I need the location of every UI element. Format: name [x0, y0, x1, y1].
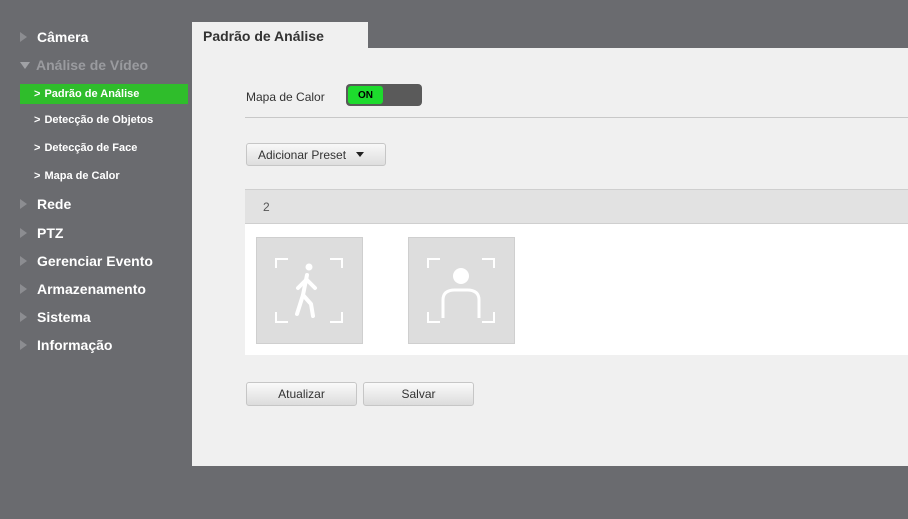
preset-number: 2	[263, 200, 270, 214]
sidebar: Câmera Análise de Vídeo > Padrão de Anál…	[0, 0, 192, 519]
sidebar-item-label: Informação	[37, 337, 113, 353]
triangle-down-icon	[20, 61, 30, 69]
sidebar-item-storage[interactable]: Armazenamento	[20, 281, 146, 297]
sidebar-subitem-object-detection[interactable]: > Detecção de Objetos	[20, 110, 188, 130]
sidebar-item-information[interactable]: Informação	[20, 337, 112, 353]
sidebar-item-video-analysis[interactable]: Análise de Vídeo	[20, 57, 148, 73]
sidebar-item-event-management[interactable]: Gerenciar Evento	[20, 253, 153, 269]
add-preset-dropdown[interactable]: Adicionar Preset	[246, 143, 386, 166]
refresh-button[interactable]: Atualizar	[246, 382, 357, 406]
sidebar-subitem-label: Detecção de Objetos	[44, 114, 154, 126]
chevron-right-icon: >	[34, 142, 41, 154]
triangle-right-icon	[20, 340, 27, 350]
object-detection-card[interactable]	[256, 237, 363, 344]
triangle-right-icon	[20, 32, 27, 42]
tab-analysis-pattern[interactable]: Padrão de Análise	[192, 22, 368, 48]
triangle-right-icon	[20, 284, 27, 294]
sidebar-subitem-analysis-pattern[interactable]: > Padrão de Análise	[20, 84, 188, 104]
triangle-right-icon	[20, 199, 27, 209]
sidebar-item-label: PTZ	[37, 225, 64, 241]
preset-panel	[245, 224, 908, 355]
sidebar-subitem-face-detection[interactable]: > Detecção de Face	[20, 138, 188, 158]
face-detection-icon	[427, 258, 495, 323]
sidebar-item-network[interactable]: Rede	[20, 196, 71, 212]
sidebar-item-label: Análise de Vídeo	[36, 57, 149, 73]
sidebar-item-label: Câmera	[37, 29, 89, 45]
triangle-right-icon	[20, 256, 27, 266]
chevron-right-icon: >	[34, 170, 41, 182]
toggle-on-indicator: ON	[348, 86, 383, 104]
person-walking-icon	[275, 258, 343, 323]
sidebar-subitem-label: Detecção de Face	[44, 142, 138, 154]
chevron-right-icon: >	[34, 88, 41, 100]
sidebar-subitem-heatmap[interactable]: > Mapa de Calor	[20, 166, 188, 186]
sidebar-item-system[interactable]: Sistema	[20, 309, 91, 325]
sidebar-item-label: Armazenamento	[37, 281, 146, 297]
chevron-right-icon: >	[34, 114, 41, 126]
divider	[245, 117, 908, 118]
preset-header: 2	[245, 189, 908, 224]
sidebar-subitem-label: Mapa de Calor	[44, 170, 120, 182]
triangle-right-icon	[20, 312, 27, 322]
sidebar-item-label: Gerenciar Evento	[37, 253, 153, 269]
sidebar-item-camera[interactable]: Câmera	[20, 29, 88, 45]
sidebar-item-label: Sistema	[37, 309, 91, 325]
triangle-right-icon	[20, 228, 27, 238]
face-detection-card[interactable]	[408, 237, 515, 344]
sidebar-item-label: Rede	[37, 196, 72, 212]
sidebar-subitem-label: Padrão de Análise	[44, 88, 140, 100]
add-preset-label: Adicionar Preset	[258, 147, 347, 162]
heatmap-toggle[interactable]: ON	[346, 84, 422, 106]
sidebar-item-ptz[interactable]: PTZ	[20, 225, 63, 241]
caret-down-icon	[356, 152, 365, 157]
save-button[interactable]: Salvar	[363, 382, 474, 406]
heatmap-label: Mapa de Calor	[246, 90, 325, 104]
